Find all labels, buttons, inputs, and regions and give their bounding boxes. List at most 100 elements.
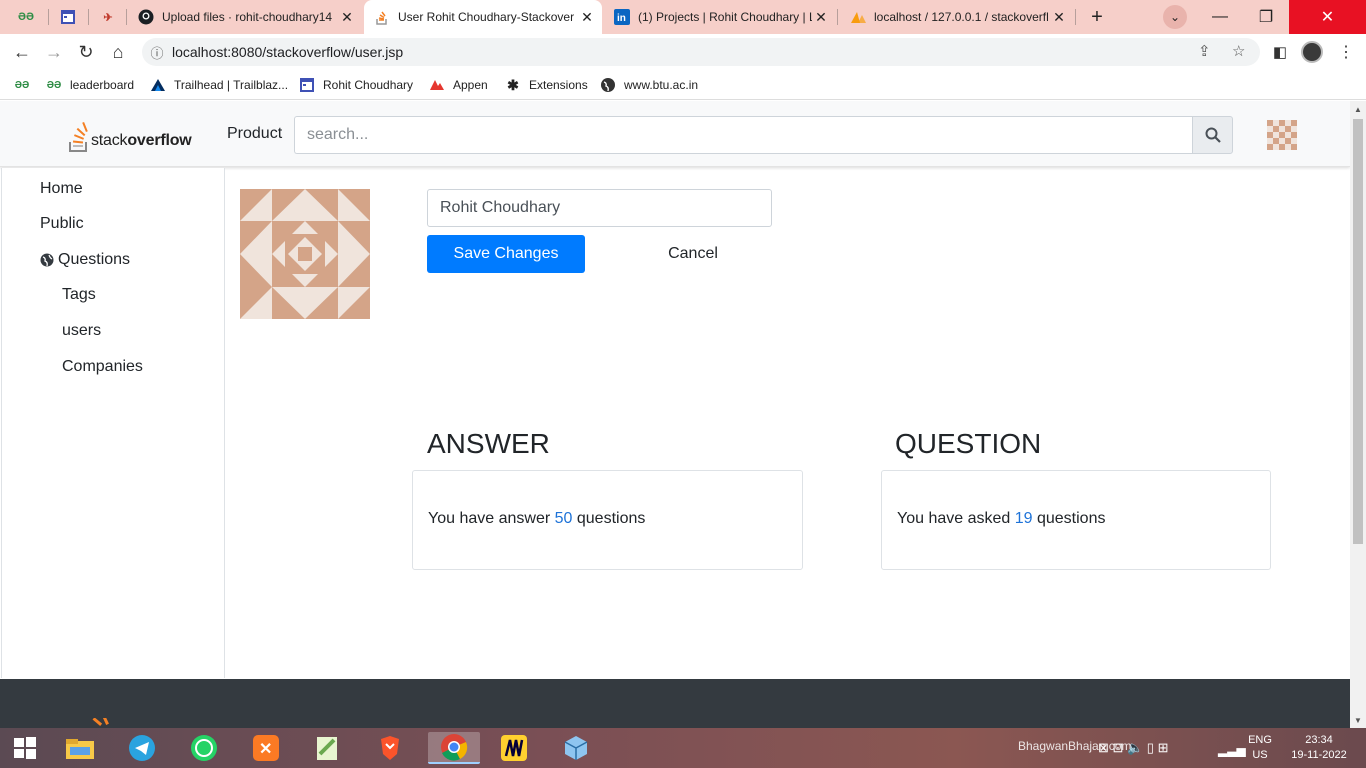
address-bar[interactable]: ⓘ localhost:8080/stackoverflow/user.jsp … (142, 38, 1260, 66)
menu-icon[interactable]: ⋮ (1332, 38, 1360, 66)
side-panel-icon[interactable]: ◧ (1266, 38, 1294, 66)
sidebar-item-public[interactable]: Public (40, 215, 84, 233)
tray-icons[interactable]: ⊠ ⊡ 🔈 ▯ ⊞ (1098, 740, 1168, 755)
appen-icon (429, 77, 445, 93)
answer-count: 50 (554, 510, 573, 527)
user-avatar[interactable] (1267, 120, 1297, 150)
forward-button[interactable]: → (40, 38, 68, 66)
sidebar-item-users[interactable]: users (62, 322, 101, 340)
svg-text:✕: ✕ (259, 741, 272, 758)
close-icon[interactable]: ✕ (338, 9, 356, 26)
whatsapp-icon[interactable] (186, 732, 222, 764)
tab-stackoverflow-user[interactable]: User Rohit Choudhary-Stackover ✕ (364, 0, 602, 34)
windows-taskbar: ✕ BhagwanBhajan.com ⊠ ⊡ 🔈 ▯ ⊞ ▂▃▅ ENG US… (0, 728, 1366, 768)
puzzle-icon: ✱ (507, 76, 519, 93)
tab-github-upload[interactable]: Upload files · rohit-choudhary14 ✕ (128, 0, 362, 34)
region-label: US (1252, 749, 1268, 761)
close-icon[interactable]: ✕ (578, 9, 596, 26)
tab-rocket[interactable]: ✈ (90, 0, 126, 34)
share-icon[interactable]: ⇪ (1198, 42, 1211, 60)
notepad-plus-icon[interactable] (310, 732, 346, 764)
question-stat-prefix: You have asked (897, 510, 1011, 527)
answer-stat-card: You have answer 50 questions (412, 470, 803, 570)
tab-geeksforgeeks[interactable]: ƏƏ (8, 0, 46, 34)
brave-icon[interactable] (372, 732, 408, 764)
page-viewport: stackoverflow Product Home Public Questi… (0, 101, 1350, 728)
bookmark-btu[interactable]: www.btu.ac.in (600, 76, 698, 94)
language-indicator[interactable]: ENG US (1243, 733, 1277, 763)
back-button[interactable]: ← (8, 38, 36, 66)
answer-stat-suffix: questions (576, 510, 646, 527)
sidebar: Home Public Questions Tags users Compani… (1, 168, 225, 678)
globe-icon (600, 77, 616, 93)
scroll-down-icon[interactable]: ▼ (1350, 712, 1366, 728)
home-button[interactable]: ⌂ (104, 38, 132, 66)
bookmark-label: Rohit Choudhary (323, 78, 414, 92)
logo-text-prefix: stack (91, 132, 128, 149)
bookmark-appen[interactable]: Appen (429, 76, 488, 94)
url-text: localhost:8080/stackoverflow/user.jsp (172, 44, 404, 60)
bookmark-geeksforgeeks[interactable]: ƏƏ (14, 76, 38, 94)
cancel-button[interactable]: Cancel (652, 235, 734, 273)
site-header: stackoverflow Product (0, 101, 1350, 167)
tab-title: Upload files · rohit-choudhary14 (162, 10, 333, 24)
phpmyadmin-icon (850, 9, 866, 25)
close-icon[interactable]: ✕ (1050, 9, 1068, 26)
tab-linkedin-projects[interactable]: in (1) Projects | Rohit Choudhary | L ✕ (604, 0, 836, 34)
search-bar (294, 116, 1233, 154)
linkedin-icon: in (614, 9, 630, 25)
xampp-icon[interactable]: ✕ (248, 732, 284, 764)
answer-section-title: ANSWER (427, 428, 550, 459)
tab-phpmyadmin[interactable]: localhost / 127.0.0.1 / stackoverfl ✕ (840, 0, 1074, 34)
stackoverflow-icon (374, 9, 390, 25)
bookmark-rohit-choudhary[interactable]: Rohit Choudhary (299, 76, 413, 94)
close-icon[interactable]: ✕ (812, 9, 830, 26)
stackoverflow-logo[interactable]: stackoverflow (68, 111, 192, 152)
tab-calendar-app[interactable] (50, 0, 88, 34)
telegram-icon[interactable] (124, 732, 160, 764)
sidebar-item-tags[interactable]: Tags (62, 286, 96, 304)
geeksforgeeks-icon: ƏƏ (18, 11, 34, 23)
new-tab-button[interactable]: + (1082, 0, 1112, 34)
windows-start-icon[interactable] (7, 732, 43, 764)
file-explorer-icon[interactable] (62, 732, 98, 764)
sidebar-item-questions[interactable]: Questions (40, 251, 130, 269)
search-button[interactable] (1192, 116, 1233, 154)
browser-tab-strip: ƏƏ ✈ Upload files · rohit-choudhary14 ✕ … (0, 0, 1366, 34)
profile-avatar-button[interactable] (1298, 38, 1326, 66)
scroll-up-icon[interactable]: ▲ (1350, 101, 1366, 117)
bookmark-extensions[interactable]: ✱ Extensions (505, 76, 588, 94)
reload-button[interactable]: ↻ (72, 38, 100, 66)
close-window-button[interactable]: ✕ (1289, 0, 1366, 34)
miro-icon[interactable] (496, 732, 532, 764)
search-input[interactable] (294, 116, 1192, 154)
bookmark-label: www.btu.ac.in (624, 78, 699, 92)
sidebar-item-home[interactable]: Home (40, 180, 83, 198)
logo-text-bold: overflow (127, 132, 192, 149)
virtualbox-icon[interactable] (558, 732, 594, 764)
minimize-button[interactable]: — (1197, 0, 1243, 34)
chrome-icon[interactable] (428, 732, 480, 764)
sidebar-item-companies[interactable]: Companies (62, 358, 143, 376)
question-stat-text: You have asked 19 questions (897, 510, 1105, 528)
restore-button[interactable]: ❐ (1243, 0, 1289, 34)
save-changes-button[interactable]: Save Changes (427, 235, 585, 273)
svg-text:in: in (617, 13, 626, 24)
stackoverflow-logo-icon (68, 121, 90, 152)
bookmark-leaderboard[interactable]: ƏƏ leaderboard (46, 76, 134, 94)
question-section-title: QUESTION (895, 428, 1042, 459)
bookmark-trailhead[interactable]: Trailhead | Trailblaz... (150, 76, 288, 94)
page-scrollbar[interactable]: ▲ ▼ (1350, 101, 1366, 728)
geeksforgeeks-icon: ƏƏ (46, 79, 62, 91)
profile-avatar (240, 189, 370, 319)
star-icon[interactable]: ☆ (1232, 42, 1245, 60)
scroll-thumb[interactable] (1353, 119, 1363, 544)
rocket-icon: ✈ (103, 11, 113, 24)
display-name-input[interactable] (427, 189, 772, 227)
tab-title: User Rohit Choudhary-Stackover (398, 10, 575, 24)
clock[interactable]: 23:34 19-11-2022 (1284, 733, 1354, 763)
tab-search-button[interactable]: ⌄ (1160, 0, 1190, 34)
network-icon[interactable]: ▂▃▅ (1218, 743, 1246, 758)
product-link[interactable]: Product (227, 125, 282, 143)
question-stat-card: You have asked 19 questions (881, 470, 1271, 570)
